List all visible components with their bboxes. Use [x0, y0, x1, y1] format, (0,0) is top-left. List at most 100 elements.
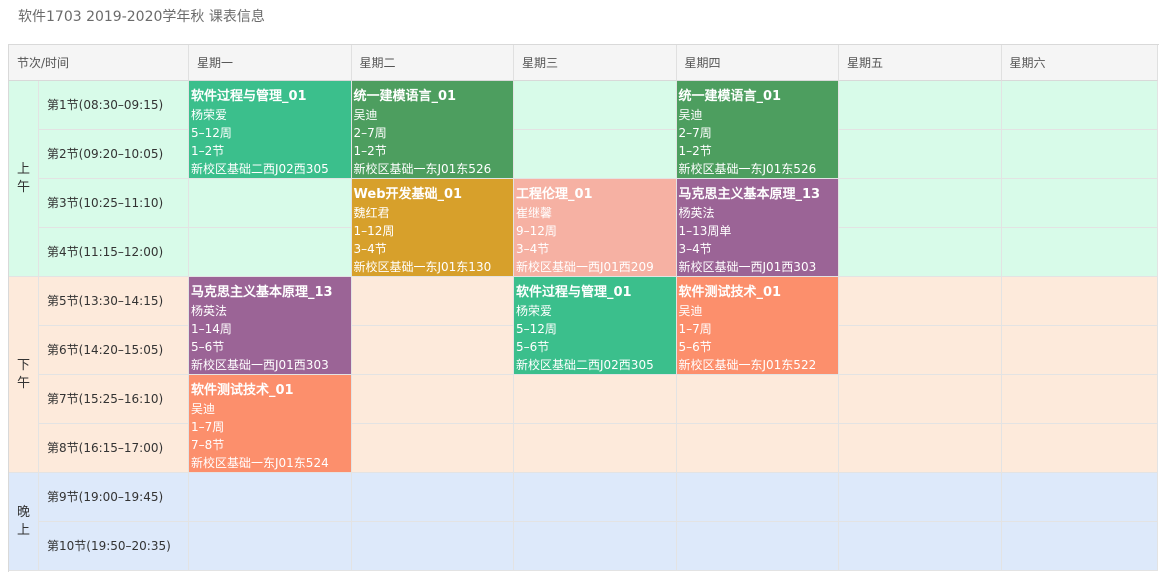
course-weeks: 5–12周: [191, 126, 232, 140]
course-block[interactable]: 统一建模语言_01 吴迪 2–7周 1–2节 新校区基础一东J01东526: [676, 81, 838, 178]
course-name: Web开发基础_01: [353, 187, 463, 202]
timetable-cell[interactable]: [514, 522, 677, 571]
course-name: 软件测试技术_01: [678, 285, 782, 300]
period-label-text: 晚上: [16, 504, 30, 538]
timetable-cell[interactable]: [351, 522, 514, 571]
course-name: 统一建模语言_01: [678, 89, 782, 104]
slot-label: 第9节(19:00–19:45): [39, 473, 189, 522]
timetable-cell[interactable]: [351, 277, 514, 326]
timetable-cell[interactable]: [351, 473, 514, 522]
timetable-cell[interactable]: [839, 130, 1002, 179]
period-label-evening: 晚上: [9, 473, 39, 571]
course-sessions: 3–4节: [353, 242, 387, 256]
course-teacher: 杨荣爱: [516, 304, 553, 318]
timetable-cell[interactable]: [676, 473, 839, 522]
course-sessions: 5–6节: [678, 340, 712, 354]
course-block[interactable]: 马克思主义基本原理_13 杨英法 1–14周 5–6节 新校区基础一西J01西303: [189, 277, 351, 374]
timetable-cell[interactable]: [514, 130, 677, 179]
course-block[interactable]: 软件过程与管理_01 杨荣爱 5–12周 5–6节 新校区基础二西J02西305: [514, 277, 676, 374]
timetable-cell[interactable]: [676, 522, 839, 571]
timetable-cell[interactable]: [1001, 522, 1158, 571]
timetable-cell[interactable]: [839, 277, 1002, 326]
timetable-cell[interactable]: [189, 473, 352, 522]
course-room: 新校区基础一西J01西209: [516, 260, 654, 274]
timetable-grid: 节次/时间 星期一 星期二 星期三 星期四 星期五 星期六 上午 下午 晚上 第1节(…: [8, 44, 1159, 572]
timetable-cell[interactable]: [351, 375, 514, 424]
timetable-cell[interactable]: [1001, 375, 1158, 424]
timetable-cell[interactable]: [839, 179, 1002, 228]
course-name: 工程伦理_01: [516, 187, 593, 202]
timetable-cell[interactable]: [839, 81, 1002, 130]
course-room: 新校区基础一东J01东526: [678, 162, 817, 176]
course-weeks: 9–12周: [516, 224, 557, 238]
timetable-cell[interactable]: [189, 179, 352, 228]
course-weeks: 1–12周: [353, 224, 395, 238]
course-sessions: 7–8节: [191, 438, 225, 452]
slot-label: 第10节(19:50–20:35): [39, 522, 189, 571]
course-room: 新校区基础一东J01东524: [191, 456, 329, 470]
header-day-tuesday: 星期二: [351, 45, 514, 81]
timetable-cell[interactable]: [1001, 130, 1158, 179]
course-sessions: 3–4节: [678, 242, 712, 256]
slot-label: 第4节(11:15–12:00): [39, 228, 189, 277]
course-weeks: 2–7周: [353, 126, 387, 140]
timetable-cell[interactable]: [351, 424, 514, 473]
timetable-cell[interactable]: [514, 81, 677, 130]
header-day-wednesday: 星期三: [514, 45, 677, 81]
timetable-cell[interactable]: [189, 228, 352, 277]
timetable-cell[interactable]: [1001, 179, 1158, 228]
course-sessions: 1–2节: [678, 144, 712, 158]
timetable-cell[interactable]: [839, 424, 1002, 473]
period-label-morning: 上午: [9, 81, 39, 277]
timetable-cell[interactable]: [676, 424, 839, 473]
course-block[interactable]: 工程伦理_01 崔继馨 9–12周 3–4节新校区基础一西J01西209: [514, 179, 676, 276]
timetable-cell[interactable]: [1001, 228, 1158, 277]
course-block[interactable]: 软件过程与管理_01 杨荣爱 5–12周 1–2节 新校区基础二西J02西305: [189, 81, 351, 178]
course-room: 新校区基础二西J02西305: [191, 162, 329, 176]
course-teacher: 吴迪: [353, 108, 378, 122]
course-teacher: 杨英法: [191, 304, 228, 318]
page-title: 软件1703 2019-2020学年秋 课表信息: [18, 9, 265, 25]
slot-label: 第6节(14:20–15:05): [39, 326, 189, 375]
course-teacher: 吴迪: [191, 402, 216, 416]
timetable-cell[interactable]: [514, 473, 677, 522]
course-teacher: 崔继馨: [516, 206, 553, 220]
course-name: 软件过程与管理_01: [191, 89, 307, 104]
course-name: 统一建模语言_01: [353, 89, 457, 104]
course-block[interactable]: Web开发基础_01 魏红君 1–12周 3–4节 新校区基础一东J01东130: [351, 179, 513, 276]
slot-label: 第2节(09:20–10:05): [39, 130, 189, 179]
course-block[interactable]: 软件测试技术_01 吴迪 1–7周 7–8节 新校区基础一东J01东524: [189, 375, 351, 472]
timetable-cell[interactable]: [839, 522, 1002, 571]
timetable-cell[interactable]: [1001, 326, 1158, 375]
timetable-cell[interactable]: [1001, 81, 1158, 130]
course-sessions: 3–4节: [516, 242, 550, 256]
period-label-text: 下午: [16, 357, 30, 391]
header-day-thursday: 星期四: [676, 45, 839, 81]
course-weeks: 1–7周: [678, 322, 712, 336]
timetable-cell[interactable]: [839, 228, 1002, 277]
period-label-afternoon: 下午: [9, 277, 39, 473]
period-label-text: 上午: [16, 161, 30, 195]
timetable-cell[interactable]: [189, 522, 352, 571]
course-sessions: 1–2节: [191, 144, 225, 158]
slot-label: 第3节(10:25–11:10): [39, 179, 189, 228]
timetable-cell[interactable]: [676, 375, 839, 424]
header-day-friday: 星期五: [839, 45, 1002, 81]
timetable-cell[interactable]: [351, 326, 514, 375]
timetable-cell[interactable]: [1001, 277, 1158, 326]
header-day-monday: 星期一: [189, 45, 352, 81]
course-name: 马克思主义基本原理_13: [191, 285, 333, 300]
timetable-cell[interactable]: [839, 473, 1002, 522]
course-weeks: 1–13周单: [678, 224, 732, 238]
course-block[interactable]: 马克思主义基本原理_13 杨英法 1–13周单 3–4节 新校区基础一西J01西303: [676, 179, 838, 276]
course-weeks: 5–12周: [516, 322, 557, 336]
timetable-cell[interactable]: [514, 375, 677, 424]
timetable-cell[interactable]: [514, 424, 677, 473]
course-block[interactable]: 软件测试技术_01 吴迪 1–7周 5–6节 新校区基础一东J01东522: [676, 277, 838, 374]
course-room: 新校区基础一西J01西303: [678, 260, 817, 274]
timetable-cell[interactable]: [839, 326, 1002, 375]
course-block[interactable]: 统一建模语言_01 吴迪 2–7周 1–2节 新校区基础一东J01东526: [351, 81, 513, 178]
timetable-cell[interactable]: [839, 375, 1002, 424]
timetable-cell[interactable]: [1001, 473, 1158, 522]
timetable-cell[interactable]: [1001, 424, 1158, 473]
